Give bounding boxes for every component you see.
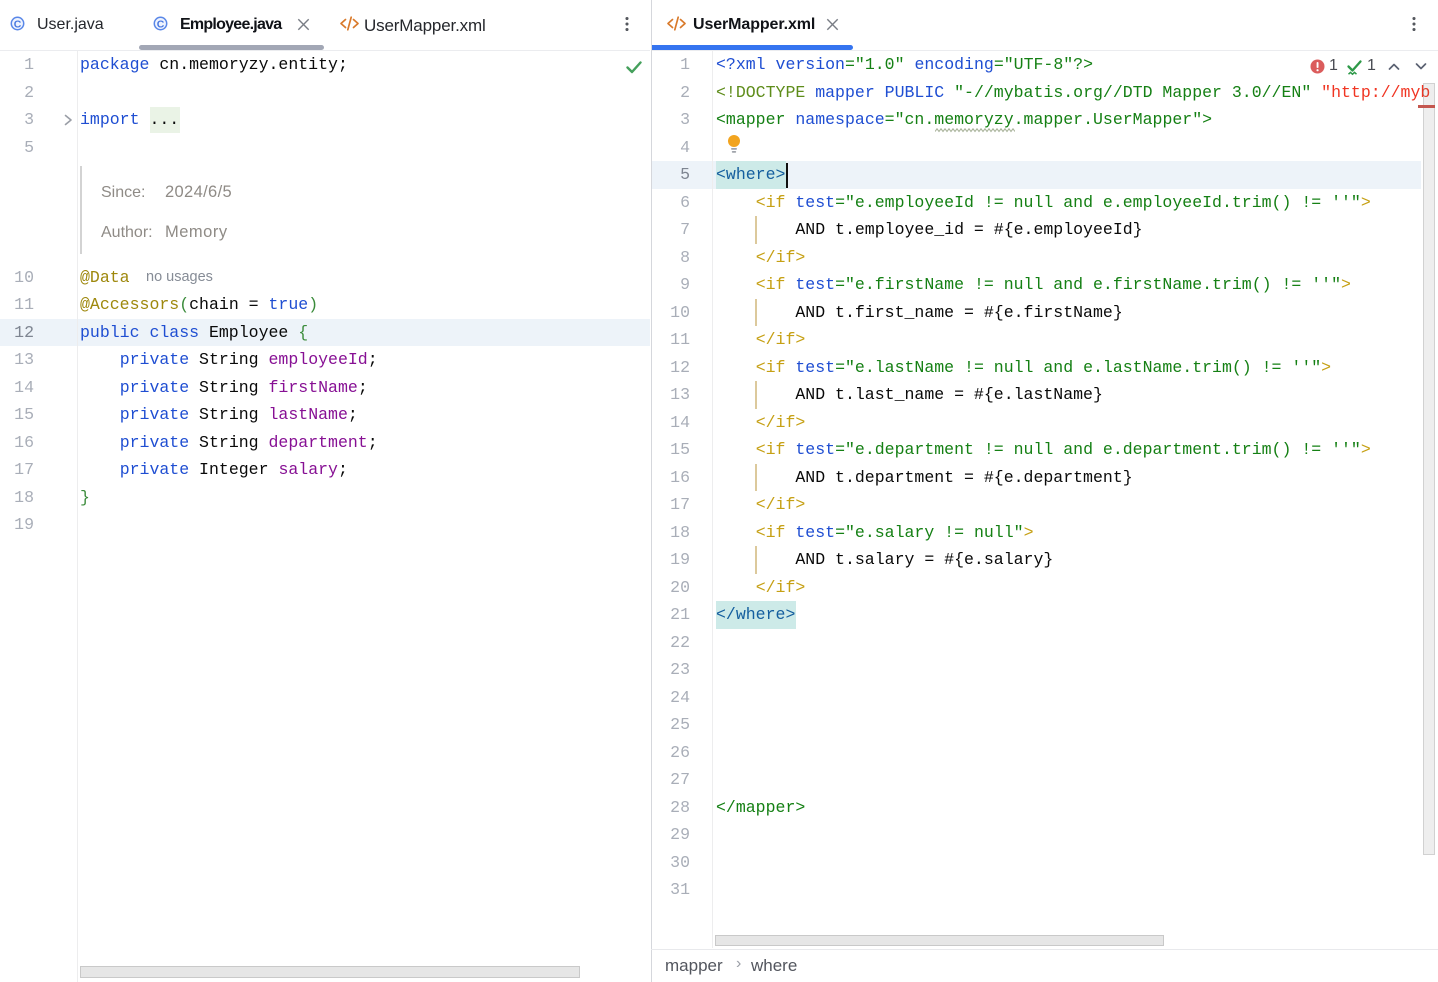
svg-text:C: C — [14, 18, 22, 30]
svg-text:C: C — [157, 18, 165, 30]
